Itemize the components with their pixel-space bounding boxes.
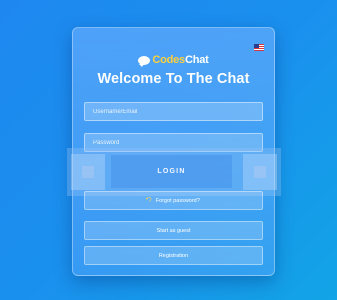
- registration-label: Registration: [158, 252, 189, 259]
- highlight-left-square: [71, 154, 105, 190]
- app-logo: CodesChat: [73, 53, 274, 67]
- us-flag-icon[interactable]: [254, 44, 264, 51]
- logo-text: CodesChat: [152, 54, 208, 66]
- forgot-password-button[interactable]: ⮌ Forgot password?: [84, 191, 263, 210]
- registration-button[interactable]: Registration: [84, 246, 263, 265]
- chat-bubble-icon: [138, 55, 151, 67]
- key-icon: ⮌: [145, 195, 154, 205]
- page-title: Welcome To The Chat: [97, 71, 250, 87]
- forgot-password-label: Forgot password?: [155, 197, 200, 204]
- login-button[interactable]: LOGIN: [111, 155, 232, 188]
- username-input[interactable]: [84, 102, 263, 121]
- start-as-guest-button[interactable]: Start as guest: [84, 221, 263, 240]
- start-as-guest-label: Start as guest: [156, 227, 191, 234]
- logo-text-part2: Chat: [184, 54, 209, 66]
- logo-text-part1: Codes: [152, 54, 185, 66]
- highlight-right-square: [243, 154, 277, 190]
